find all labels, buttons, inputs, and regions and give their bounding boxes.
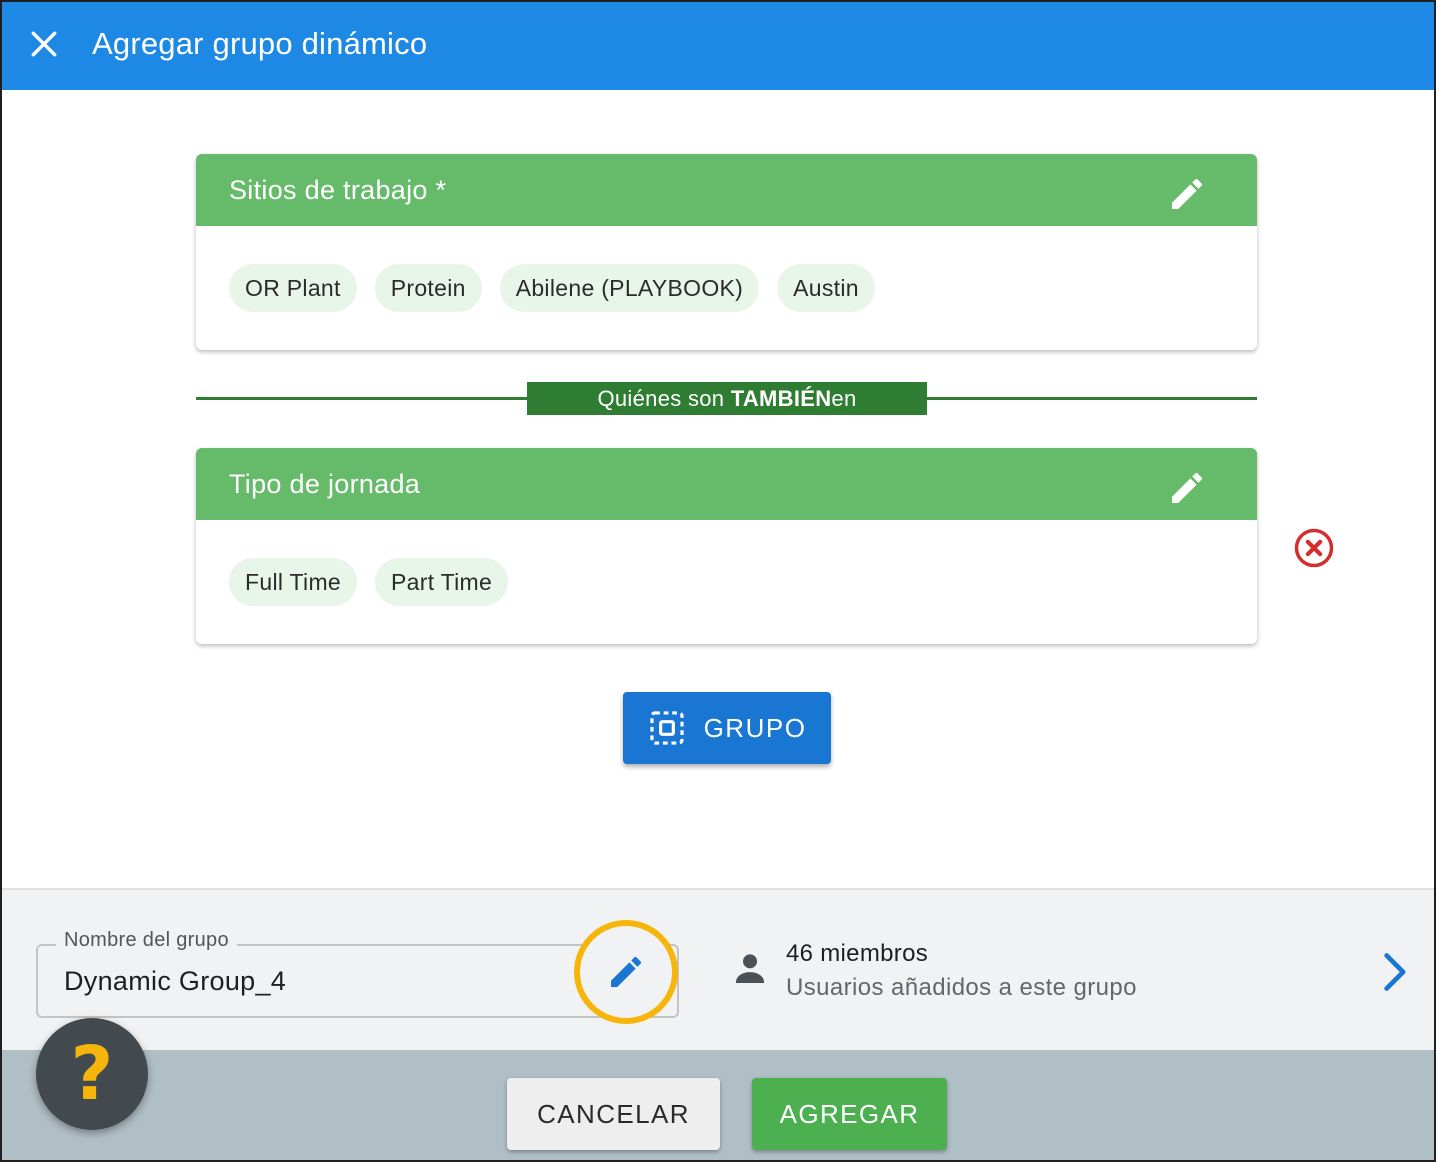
action-bar: CANCELAR AGREGAR <box>2 1050 1434 1160</box>
card-title: Tipo de jornada <box>229 468 421 499</box>
close-button[interactable] <box>24 24 64 64</box>
add-button[interactable]: AGREGAR <box>752 1078 947 1150</box>
edit-group-name-button[interactable] <box>574 920 678 1024</box>
card-header: Sitios de trabajo * <box>196 154 1257 226</box>
help-question-icon: ? <box>70 1031 114 1117</box>
chip-shift-type[interactable]: Full Time <box>229 558 357 606</box>
connector-prefix: Quiénes son <box>597 385 731 411</box>
close-icon <box>31 31 57 57</box>
pencil-icon <box>1172 178 1203 209</box>
dialog-title: Agregar grupo dinámico <box>92 26 428 61</box>
dialog-frame: Agregar grupo dinámico Sitios de trabajo… <box>0 0 1436 1162</box>
group-name-label: Nombre del grupo <box>56 929 237 952</box>
pencil-icon <box>1172 472 1203 503</box>
close-circle-icon <box>1294 528 1334 568</box>
edit-worksites-button[interactable] <box>1165 172 1209 216</box>
chip-worksite[interactable]: Austin <box>777 264 875 312</box>
connector-label: Quiénes son TAMBIÉN en <box>527 382 927 415</box>
cancel-button[interactable]: CANCELAR <box>507 1078 720 1150</box>
criteria-card-shift-type: Tipo de jornada Full Time Part Time <box>196 448 1257 644</box>
chevron-right-icon <box>1384 953 1406 991</box>
edit-shift-type-button[interactable] <box>1165 466 1209 510</box>
card-title: Sitios de trabajo * <box>229 174 447 205</box>
group-selection-icon <box>649 711 684 745</box>
connector-suffix: en <box>831 385 857 411</box>
add-group-button[interactable]: GRUPO <box>623 692 831 764</box>
members-count: 46 miembros <box>786 940 929 967</box>
group-name-value: Dynamic Group_4 <box>64 966 287 996</box>
chip-list: Full Time Part Time <box>196 520 1257 644</box>
pencil-icon <box>611 956 642 987</box>
view-members-button[interactable] <box>1372 948 1416 996</box>
help-button[interactable]: ? <box>36 1018 148 1130</box>
add-group-label: GRUPO <box>703 712 807 743</box>
card-header: Tipo de jornada <box>196 448 1257 520</box>
person-icon <box>735 954 765 983</box>
chip-worksite[interactable]: OR Plant <box>229 264 357 312</box>
chip-worksite[interactable]: Protein <box>374 264 482 312</box>
chip-shift-type[interactable]: Part Time <box>375 558 509 606</box>
dialog-header: Agregar grupo dinámico <box>2 2 1434 90</box>
members-subtitle: Usuarios añadidos a este grupo <box>786 974 1137 1001</box>
remove-criteria-button[interactable] <box>1292 526 1336 570</box>
group-footer: Nombre del grupo Dynamic Group_4 46 miem… <box>2 888 1434 1050</box>
criteria-card-worksites: Sitios de trabajo * OR Plant Protein Abi… <box>196 154 1257 350</box>
chip-list: OR Plant Protein Abilene (PLAYBOOK) Aust… <box>196 226 1257 350</box>
connector-emphasis: TAMBIÉN <box>730 385 832 411</box>
chip-worksite[interactable]: Abilene (PLAYBOOK) <box>499 264 760 312</box>
